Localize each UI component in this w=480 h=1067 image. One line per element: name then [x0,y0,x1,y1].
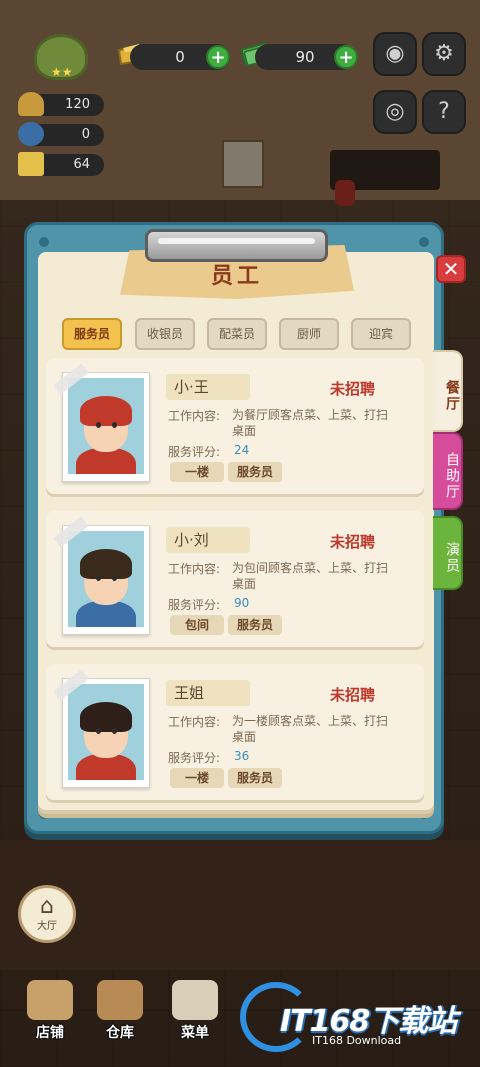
tab-chef[interactable]: 厨师 [279,318,339,350]
shop-icon [27,980,73,1020]
hall-button[interactable]: ⌂ 大厅 [18,885,76,943]
job-description: 为一楼顾客点菜、上菜、打扫桌面 [232,714,389,744]
nav-shop[interactable]: 店铺 [20,980,80,1050]
star-icon: ★★ [51,65,73,79]
add-cash-button[interactable]: + [334,45,358,69]
staff-card[interactable]: 小·刘 未招聘 工作内容: 为包间顾客点菜、上菜、打扫桌面 服务评分: 90 包… [46,511,424,647]
screw [419,237,429,247]
portrait-eye [112,575,117,581]
restaurant-level-badge[interactable]: ★★ [34,34,88,80]
waiter-icon [18,122,44,146]
staff-name: 小·王 [166,374,250,400]
close-button[interactable]: ✕ [436,255,466,283]
eye-icon: ◎ [385,99,405,124]
hire-status: 未招聘 [330,380,376,398]
tab-prep-cook[interactable]: 配菜员 [207,318,267,350]
help-book-button[interactable]: ? [422,90,466,134]
portrait-hair [80,549,132,579]
hall-label: 大厅 [37,921,57,932]
watermark-subtext: IT168 Download [312,1034,402,1047]
staff-card[interactable]: 王姐 未招聘 工作内容: 为一楼顾客点菜、上菜、打扫桌面 服务评分: 36 一楼… [46,664,424,800]
camera-icon: ◉ [385,41,405,66]
staff-card[interactable]: 小·王 未招聘 工作内容: 为餐厅顾客点菜、上菜、打扫桌面 服务评分: 24 一… [46,358,424,494]
floor-badge: 一楼 [170,462,224,482]
score-value: 90 [234,596,250,610]
watermark: IT168下载站 IT168 Download [240,982,470,1052]
job-description: 为包间顾客点菜、上菜、打扫桌面 [232,561,389,591]
screw [39,809,49,819]
job-label: 工作内容: [168,409,221,423]
staff-name: 王姐 [166,680,250,706]
role-badge: 服务员 [228,768,282,788]
role-badge: 服务员 [228,462,282,482]
job-label: 工作内容: [168,715,221,729]
screw [39,237,49,247]
role-badge: 服务员 [228,615,282,635]
nav-menu-label: 菜单 [181,1025,209,1041]
job-description: 为餐厅顾客点菜、上菜、打扫桌面 [232,408,389,438]
gear-icon: ⚙ [434,41,454,66]
nav-warehouse[interactable]: 仓库 [90,980,150,1050]
portrait-headscarf [80,396,132,426]
side-tab-buffet[interactable]: 自助厅 [433,432,463,510]
nav-menu[interactable]: 菜单 [165,980,225,1050]
tab-cashier[interactable]: 收银员 [135,318,195,350]
bowl-icon [18,92,44,116]
score-label: 服务评分: [168,598,221,612]
portrait-eye [96,575,101,581]
tab-waiter[interactable]: 服务员 [62,318,122,350]
job-label: 工作内容: [168,562,221,576]
staff-portrait [53,669,150,788]
lantern [335,180,355,206]
settings-button[interactable]: ⚙ [422,32,466,76]
side-tab-performers[interactable]: 演员 [433,516,463,590]
portrait-eye [112,422,117,428]
floor-badge: 一楼 [170,768,224,788]
staff-portrait [53,516,150,635]
staff-name: 小·刘 [166,527,250,553]
nav-warehouse-label: 仓库 [106,1025,134,1041]
add-gold-button[interactable]: + [206,45,230,69]
portrait-hair [80,702,132,732]
house-icon: ⌂ [40,894,54,919]
portrait-eye [96,728,101,734]
view-button[interactable]: ◎ [373,90,417,134]
portrait-eye [112,728,117,734]
portrait-eye [96,422,101,428]
score-label: 服务评分: [168,445,221,459]
camera-button[interactable]: ◉ [373,32,417,76]
hire-status: 未招聘 [330,533,376,551]
hire-status: 未招聘 [330,686,376,704]
staff-portrait [53,363,150,482]
tab-greeter[interactable]: 迎宾 [351,318,411,350]
book-question-icon: ? [438,99,450,124]
score-value: 36 [234,749,250,763]
dialog-title: 员工 [210,264,263,289]
floor-badge: 包间 [170,615,224,635]
nav-shop-label: 店铺 [36,1025,64,1041]
side-tab-restaurant[interactable]: 餐厅 [433,350,463,432]
score-label: 服务评分: [168,751,221,765]
box-icon [97,980,143,1020]
clipboard-icon [172,980,218,1020]
score-value: 24 [234,443,250,457]
screw [419,809,429,819]
menu-icon [18,152,44,176]
wall-poster [222,140,264,188]
